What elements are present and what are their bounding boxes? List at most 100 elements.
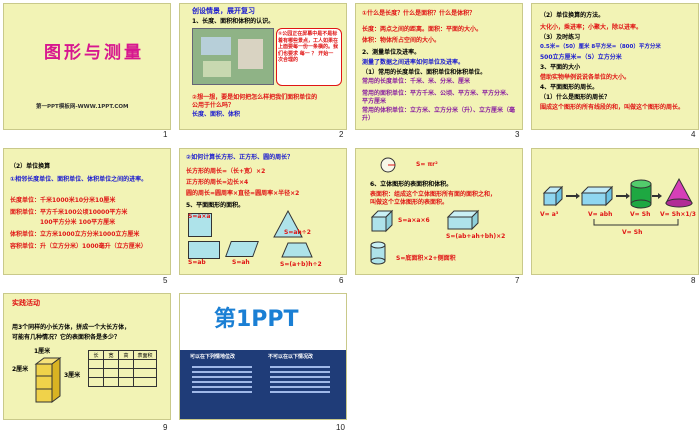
slide-7-l3: 叫做这个立体图形的表面积。	[370, 199, 449, 206]
slide-number-8: 8	[691, 276, 696, 285]
slide-3-l6: 常用的体积单位：立方米、立方分米（升）、立方厘米（毫升）	[362, 107, 516, 122]
cuboid-solid	[580, 185, 614, 207]
slide-6-l4: 5、平面图形的面积。	[186, 202, 245, 209]
slide-number-10: 10	[336, 423, 345, 432]
slide-8-f5: V= Sh	[622, 229, 643, 236]
slide-5-l1: ①相邻长度单位、面积单位、体积单位之间的进率。	[10, 176, 148, 183]
slide-9-d1: 1厘米	[34, 348, 51, 355]
slide-thumbnail-4[interactable]: （2）单位换算的方法。 大化小，乘进率；小聚大，除以进率。 （3）及时练习 0.…	[531, 3, 699, 130]
park-map-image	[192, 28, 274, 85]
slide-2-line1: 1、长度、面积和体积的认识。	[192, 18, 275, 25]
slide-2-heading: 创设情景，展开复习	[192, 7, 255, 15]
slide-number-2: 2	[339, 130, 344, 139]
slide-8-f2: V= abh	[588, 211, 613, 218]
slide-9-l2: 可能有几种情况？它的表面积各是多少？	[12, 334, 121, 341]
rectangle-shape	[188, 241, 220, 259]
slide-2-q2: ②想一想，要是如何把怎么样把我们面积单位的	[192, 94, 318, 101]
slide-4-l8: （1）什么是图形的周长？	[540, 94, 611, 101]
cylinder-shape	[370, 241, 386, 265]
parallelogram-shape	[225, 241, 259, 257]
slide-4-h: （2）单位换算的方法。	[540, 12, 605, 19]
slide-6-f5: S=(a+b)h÷2	[280, 261, 322, 268]
slide-3-q: ①什么是长度？什么是面积？什么是体积？	[362, 10, 476, 17]
slide-1-footer: 第一PPT模板网-WWW.1PPT.COM	[36, 104, 129, 110]
slide-9-d3: 3厘米	[64, 372, 81, 379]
slide-number-4: 4	[691, 130, 696, 139]
slide-5-l4: 100平方分米 100平方厘米	[40, 219, 116, 226]
surface-area-table: 长 宽 高 表面积	[88, 350, 157, 387]
slide-3-l2: 体积：物体所占空间的大小。	[362, 37, 441, 44]
slide-4-l9: 围成这个图形的所有线段的和，叫做这个图形的周长。	[540, 104, 685, 111]
slide-7-f1: S=a×a×6	[398, 217, 430, 224]
slide-thumbnail-10[interactable]: 第1PPT 可以在下列情地位改 不可以在以下情况改	[179, 293, 347, 420]
table-header: 长	[88, 350, 104, 360]
slide-2-q2b: 公用于什么吗？	[192, 102, 235, 109]
slide-thumbnail-9[interactable]: 实践活动 用3个同样的小长方体，拼成一个大长方体， 可能有几种情况？它的表面积各…	[3, 293, 171, 420]
slide-6-f1: S=a×a	[188, 213, 211, 220]
cone-solid	[665, 177, 693, 208]
slide-4-l1: 大化小，乘进率；小聚大，除以进率。	[540, 24, 643, 31]
slide-thumbnail-1[interactable]: 图形与测量 第一PPT模板网-WWW.1PPT.COM	[3, 3, 171, 130]
cuboid-shape	[446, 209, 480, 231]
slide-10-logo: 第1PPT	[214, 307, 299, 332]
slide-number-9: 9	[163, 423, 168, 432]
slide-7-l1: 6、立体图形的表面积和体积。	[370, 181, 453, 188]
slide-number-3: 3	[515, 130, 520, 139]
slide-5-h: （2）单位换算	[10, 163, 51, 170]
slide-number-1: 1	[163, 130, 168, 139]
slide-3-h2: 2、测量单位及进率。	[362, 49, 421, 56]
slide-3-h2b: 测量了数据之间进率如何单位及进率。	[362, 59, 465, 66]
slide-thumbnail-8[interactable]: V= a³ V= abh V= Sh V= Sh×1/3 V= Sh	[531, 148, 699, 275]
slide-10-b1: 可以在下列情地位改	[190, 354, 236, 360]
arrow-icon	[566, 193, 580, 199]
slide-5-l3: 面积单位：平方千米100公顷10000平方米	[10, 209, 128, 216]
slide-6-f2: S=ah	[232, 259, 250, 266]
slide-9-h: 实践活动	[12, 299, 40, 307]
text-block-left	[192, 366, 252, 396]
slide-6-l3: 圆的周长=圆周率×直径=圆周率×半径×2	[186, 190, 300, 197]
slide-thumbnail-2[interactable]: 创设情景，展开复习 1、长度、面积和体积的认识。 ①公园正在屏幕中是不是标着有哪…	[179, 3, 347, 130]
slide-4-l2: （3）及时练习	[540, 34, 581, 41]
stacked-cuboids	[34, 357, 62, 403]
slide-3-l1: 长度：两点之间的距离。面积：平面的大小。	[362, 26, 483, 33]
slide-thumbnail-5[interactable]: （2）单位换算 ①相邻长度单位、面积单位、体积单位之间的进率。 长度单位：千米1…	[3, 148, 171, 275]
slide-9-d2: 2厘米	[12, 366, 29, 373]
slide-7-l2: 表面积：组成这个立体图形所有面的面积之和，	[370, 191, 497, 198]
slide-number-7: 7	[515, 276, 520, 285]
slide-5-l2: 长度单位：千米1000米10分米10厘米	[10, 197, 116, 204]
slide-thumbnail-6[interactable]: ②如何计算长方形、正方形、圆的周长？ 长方形的周长=（长+宽）×2 正方形的周长…	[179, 148, 347, 275]
slide-8-f4: V= Sh×1/3	[660, 211, 696, 218]
slide-3-l5: 常用的面积单位：平方千米、公顷、平方米、平方分米、平方厘米	[362, 90, 513, 105]
slide-2-answer: 长度、面积、体积	[192, 111, 241, 118]
slide-6-f4: S=ah÷2	[284, 229, 311, 236]
slide-3-l4: 常用的长度单位：千米、米、分米、厘米	[362, 78, 471, 85]
slide-3-l3: （1）常用的长度单位、面积单位和体积单位。	[362, 69, 487, 76]
slide-6-l2: 正方形的周长=边长×4	[186, 179, 249, 186]
slide-9-l1: 用3个同样的小长方体，拼成一个大长方体，	[12, 324, 131, 331]
slide-4-l5: 3、平面的大小	[540, 64, 581, 71]
circle-shape	[380, 157, 396, 173]
slide-8-f1: V= a³	[540, 211, 559, 218]
slide-number-5: 5	[163, 276, 168, 285]
slide-4-l3: 0.5米=（50）厘米 8平方米=（800）平方分米	[540, 44, 661, 50]
slide-6-f3: S=ab	[188, 259, 206, 266]
table-header: 宽	[103, 350, 119, 360]
cube-shape	[370, 209, 394, 233]
slide-7-f2: S=(ab+ah+bh)×2	[446, 233, 506, 240]
slide-6-h: ②如何计算长方形、正方形、圆的周长？	[186, 154, 294, 161]
cylinder-solid	[630, 179, 652, 209]
slide-10-b2: 不可以在以下情况改	[268, 354, 314, 360]
table-header: 表面积	[133, 350, 157, 360]
text-block-right	[270, 366, 330, 396]
slide-5-l6: 容积单位：升（立方分米）1000毫升（立方厘米）	[10, 243, 147, 250]
slide-4-l7: 4、平面图形的周长。	[540, 84, 599, 91]
slide-2-bubble: ①公园正在屏幕中是不是标着有哪些景点，工人如果在上面要每一份一条横的。我们也要求…	[278, 31, 339, 63]
slide-thumbnail-3[interactable]: ①什么是长度？什么是面积？什么是体积？ 长度：两点之间的距离。面积：平面的大小。…	[355, 3, 523, 130]
slide-thumbnail-7[interactable]: S= πr² 6、立体图形的表面积和体积。 表面积：组成这个立体图形所有面的面积…	[355, 148, 523, 275]
slide-number-6: 6	[339, 276, 344, 285]
slide-8-f3: V= Sh	[630, 211, 651, 218]
slide-5-l5: 体积单位：立方米1000立方分米1000立方厘米	[10, 231, 140, 238]
cube-solid	[542, 185, 564, 207]
bracket-line	[593, 219, 679, 226]
slide-7-f0: S= πr²	[416, 161, 438, 168]
